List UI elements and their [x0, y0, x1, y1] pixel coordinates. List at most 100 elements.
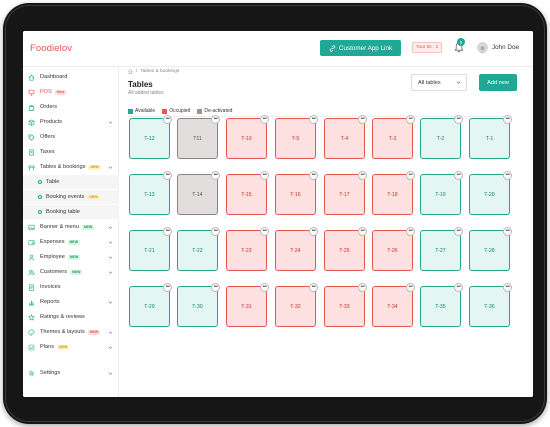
- chevron-down-icon: [108, 270, 113, 274]
- more-options-icon[interactable]: •••: [503, 227, 512, 236]
- more-options-icon[interactable]: •••: [211, 227, 220, 236]
- brand-logo[interactable]: Foodielov: [30, 43, 72, 54]
- table-filter-select[interactable]: All tables: [411, 74, 467, 91]
- table-card[interactable]: T-4 •••: [324, 115, 367, 159]
- table-card[interactable]: T-33 •••: [324, 283, 367, 327]
- sidebar-item-ratings-reviews[interactable]: Ratings & reviews: [23, 310, 119, 324]
- legend-label: De-activated: [204, 108, 233, 114]
- more-options-icon[interactable]: •••: [406, 283, 415, 292]
- table-card[interactable]: T-22 •••: [177, 227, 220, 271]
- more-options-icon[interactable]: •••: [454, 283, 463, 292]
- table-card[interactable]: T-36 •••: [469, 283, 512, 327]
- more-options-icon[interactable]: •••: [454, 115, 463, 124]
- breadcrumb-current[interactable]: Tables & bookings: [140, 69, 179, 74]
- sidebar-item-orders[interactable]: Orders: [23, 100, 119, 114]
- more-options-icon[interactable]: •••: [358, 171, 367, 180]
- table-card[interactable]: T-26 •••: [372, 227, 415, 271]
- sidebar-item-themes-layouts[interactable]: Themes & layouts NEW: [23, 325, 119, 339]
- table-card[interactable]: T-16 •••: [275, 171, 318, 215]
- table-card[interactable]: T-32 •••: [275, 283, 318, 327]
- more-options-icon[interactable]: •••: [454, 227, 463, 236]
- more-options-icon[interactable]: •••: [309, 171, 318, 180]
- table-card[interactable]: T-13 •••: [129, 171, 172, 215]
- more-options-icon[interactable]: •••: [260, 171, 269, 180]
- more-options-icon[interactable]: •••: [503, 283, 512, 292]
- table-card[interactable]: T-3 •••: [372, 115, 415, 159]
- sidebar-item-label-group: Expenses NEW: [40, 239, 80, 245]
- more-options-icon[interactable]: •••: [503, 171, 512, 180]
- sidebar-item-offers[interactable]: Offers: [23, 130, 119, 144]
- table-card[interactable]: T-31 •••: [226, 283, 269, 327]
- more-options-icon[interactable]: •••: [260, 115, 269, 124]
- table-card[interactable]: T-20 •••: [469, 171, 512, 215]
- invoice-icon: [28, 284, 35, 291]
- more-options-icon[interactable]: •••: [503, 115, 512, 124]
- sidebar-item-label: Invoices: [40, 284, 61, 290]
- more-options-icon[interactable]: •••: [260, 227, 269, 236]
- add-table-button[interactable]: Add new: [479, 74, 517, 91]
- more-options-icon[interactable]: •••: [163, 283, 172, 292]
- avatar[interactable]: [477, 42, 488, 53]
- more-options-icon[interactable]: •••: [358, 227, 367, 236]
- more-options-icon[interactable]: •••: [163, 227, 172, 236]
- more-options-icon[interactable]: •••: [358, 283, 367, 292]
- sidebar-item-plans[interactable]: Plans NEW: [23, 340, 119, 354]
- sidebar-item-customers[interactable]: Customers NEW: [23, 265, 119, 279]
- more-options-icon[interactable]: •••: [406, 115, 415, 124]
- more-options-icon[interactable]: •••: [163, 171, 172, 180]
- table-card[interactable]: T-18 •••: [372, 171, 415, 215]
- sidebar-item-banner-menu[interactable]: Banner & menu NEW: [23, 220, 119, 234]
- sidebar-item-settings[interactable]: Settings: [23, 366, 119, 380]
- table-card[interactable]: T-10 •••: [226, 115, 269, 159]
- table-card[interactable]: T-15 •••: [226, 171, 269, 215]
- table-card[interactable]: T-23 •••: [226, 227, 269, 271]
- table-name: T-10: [241, 135, 252, 142]
- sidebar-subitem-table[interactable]: Table: [23, 175, 119, 189]
- sidebar-item-tables-bookings[interactable]: Tables & bookings NEW: [23, 160, 119, 174]
- user-name[interactable]: John Doe: [492, 44, 519, 51]
- more-options-icon[interactable]: •••: [163, 115, 172, 124]
- more-options-icon[interactable]: •••: [211, 171, 220, 180]
- sidebar-subitem-booking-table[interactable]: Booking table: [23, 205, 119, 219]
- home-icon[interactable]: [128, 69, 133, 74]
- sidebar-item-invoices[interactable]: Invoices: [23, 280, 119, 294]
- sidebar-subitem-booking-events[interactable]: Booking events NEW: [23, 190, 119, 204]
- more-options-icon[interactable]: •••: [211, 115, 220, 124]
- table-card[interactable]: T-29 •••: [129, 283, 172, 327]
- sidebar-item-expenses[interactable]: Expenses NEW: [23, 235, 119, 249]
- table-card[interactable]: T-27 •••: [420, 227, 463, 271]
- sidebar-item-taxes[interactable]: Taxes: [23, 145, 119, 159]
- table-card[interactable]: T-19 •••: [420, 171, 463, 215]
- table-card[interactable]: T-21 •••: [129, 227, 172, 271]
- more-options-icon[interactable]: •••: [309, 283, 318, 292]
- table-card[interactable]: T-12 •••: [129, 115, 172, 159]
- table-card[interactable]: T-35 •••: [420, 283, 463, 327]
- table-card[interactable]: T11 •••: [177, 115, 220, 159]
- table-card[interactable]: T-34 •••: [372, 283, 415, 327]
- table-card[interactable]: T-14 •••: [177, 171, 220, 215]
- more-options-icon[interactable]: •••: [406, 227, 415, 236]
- table-card[interactable]: T-30 •••: [177, 283, 220, 327]
- more-options-icon[interactable]: •••: [260, 283, 269, 292]
- more-options-icon[interactable]: •••: [454, 171, 463, 180]
- sidebar-item-label: Settings: [40, 370, 61, 376]
- table-card[interactable]: T-25 •••: [324, 227, 367, 271]
- table-card[interactable]: T-1 •••: [469, 115, 512, 159]
- table-card[interactable]: T-17 •••: [324, 171, 367, 215]
- sidebar-item-dashboard[interactable]: Dashboard: [23, 70, 119, 84]
- table-card[interactable]: T-5 •••: [275, 115, 318, 159]
- more-options-icon[interactable]: •••: [309, 227, 318, 236]
- customer-app-link-button[interactable]: Customer App Link: [320, 40, 401, 56]
- more-options-icon[interactable]: •••: [358, 115, 367, 124]
- table-card[interactable]: T-28 •••: [469, 227, 512, 271]
- sidebar-item-label-group: Tables & bookings NEW: [40, 164, 101, 170]
- sidebar-item-employee[interactable]: Employee NEW: [23, 250, 119, 264]
- table-card[interactable]: T-2 •••: [420, 115, 463, 159]
- more-options-icon[interactable]: •••: [309, 115, 318, 124]
- sidebar-item-products[interactable]: Products: [23, 115, 119, 129]
- table-card[interactable]: T-24 •••: [275, 227, 318, 271]
- more-options-icon[interactable]: •••: [211, 283, 220, 292]
- sidebar-item-reports[interactable]: Reports: [23, 295, 119, 309]
- more-options-icon[interactable]: •••: [406, 171, 415, 180]
- sidebar-item-pos[interactable]: POS New: [23, 85, 119, 99]
